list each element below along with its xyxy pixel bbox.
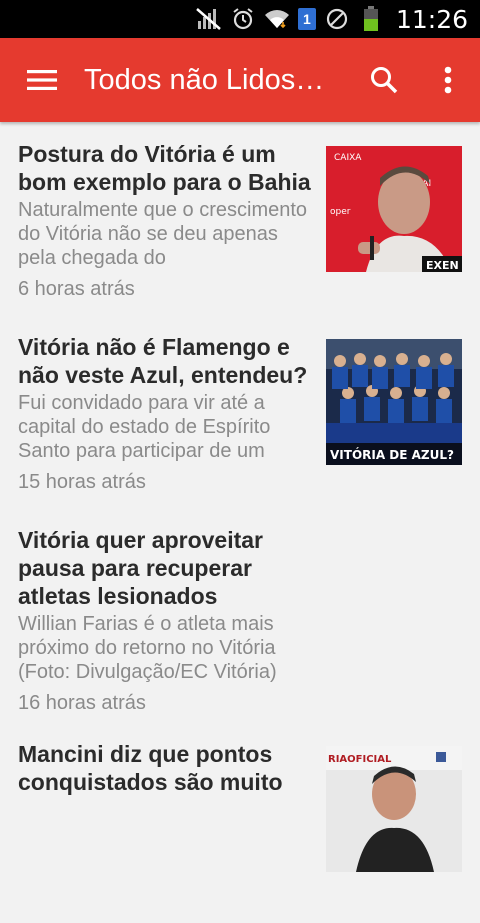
article-title: Vitória não é Flamengo e não veste Azul,… [18,334,308,388]
battery-icon [358,6,384,32]
list-item[interactable]: Vitória não é Flamengo e não veste Azul,… [0,315,480,508]
article-time: 16 horas atrás [18,692,146,714]
article-snippet: Fui convidado para vir até a capital do … [18,392,271,462]
list-item[interactable]: Vitória quer aproveitar pausa para recup… [0,508,480,730]
sim-icon: 1 [297,8,316,30]
article-snippet: Willian Farias é o atleta mais próximo d… [18,613,277,683]
overflow-menu-icon [444,66,452,94]
article-title: Mancini diz que pontos conquistados são … [18,741,283,795]
article-thumbnail: VITÓRIA DE AZUL? [326,339,462,465]
status-bar: 1 11:26 [0,0,480,38]
page-title: Todos não Lidos… [84,63,325,96]
article-text: Mancini diz que pontos conquistados são … [18,740,312,796]
menu-icon [27,70,57,90]
list-item[interactable]: Mancini diz que pontos conquistados são … [0,730,480,923]
article-text: Vitória quer aproveitar pausa para recup… [18,526,308,715]
article-text: Vitória não é Flamengo e não veste Azul,… [18,333,312,494]
list-item[interactable]: Postura do Vitória é um bom exemplo para… [0,122,480,315]
wifi-icon [264,6,290,32]
search-button[interactable] [352,38,416,122]
thumbnail-caption: VITÓRIA DE AZUL? [330,447,454,462]
article-text: Postura do Vitória é um bom exemplo para… [18,140,312,301]
search-icon [371,67,398,94]
article-time: 6 horas atrás [18,278,135,300]
alarm-icon [230,6,256,32]
article-time: 15 horas atrás [18,471,146,493]
overflow-menu-button[interactable] [416,38,480,122]
status-clock: 11:26 [395,4,468,34]
blocked-icon [324,6,350,32]
no-signal-icon [196,6,222,32]
article-list: Postura do Vitória é um bom exemplo para… [0,122,480,923]
app-bar: Todos não Lidos… [0,38,480,122]
article-thumbnail: RIAOFICIAL [326,746,462,872]
article-title: Postura do Vitória é um bom exemplo para… [18,141,311,195]
article-snippet: Naturalmente que o crescimento do Vitóri… [18,199,308,269]
svg-text:CAIXA: CAIXA [334,153,362,163]
thumbnail-caption: RIAOFICIAL [328,754,392,765]
menu-button[interactable] [0,38,84,122]
article-title: Vitória quer aproveitar pausa para recup… [18,527,263,609]
thumbnail-caption: EXEN [426,259,459,272]
article-thumbnail: CAIXA CAI oper EXEN [326,146,462,272]
svg-text:oper: oper [330,207,351,217]
